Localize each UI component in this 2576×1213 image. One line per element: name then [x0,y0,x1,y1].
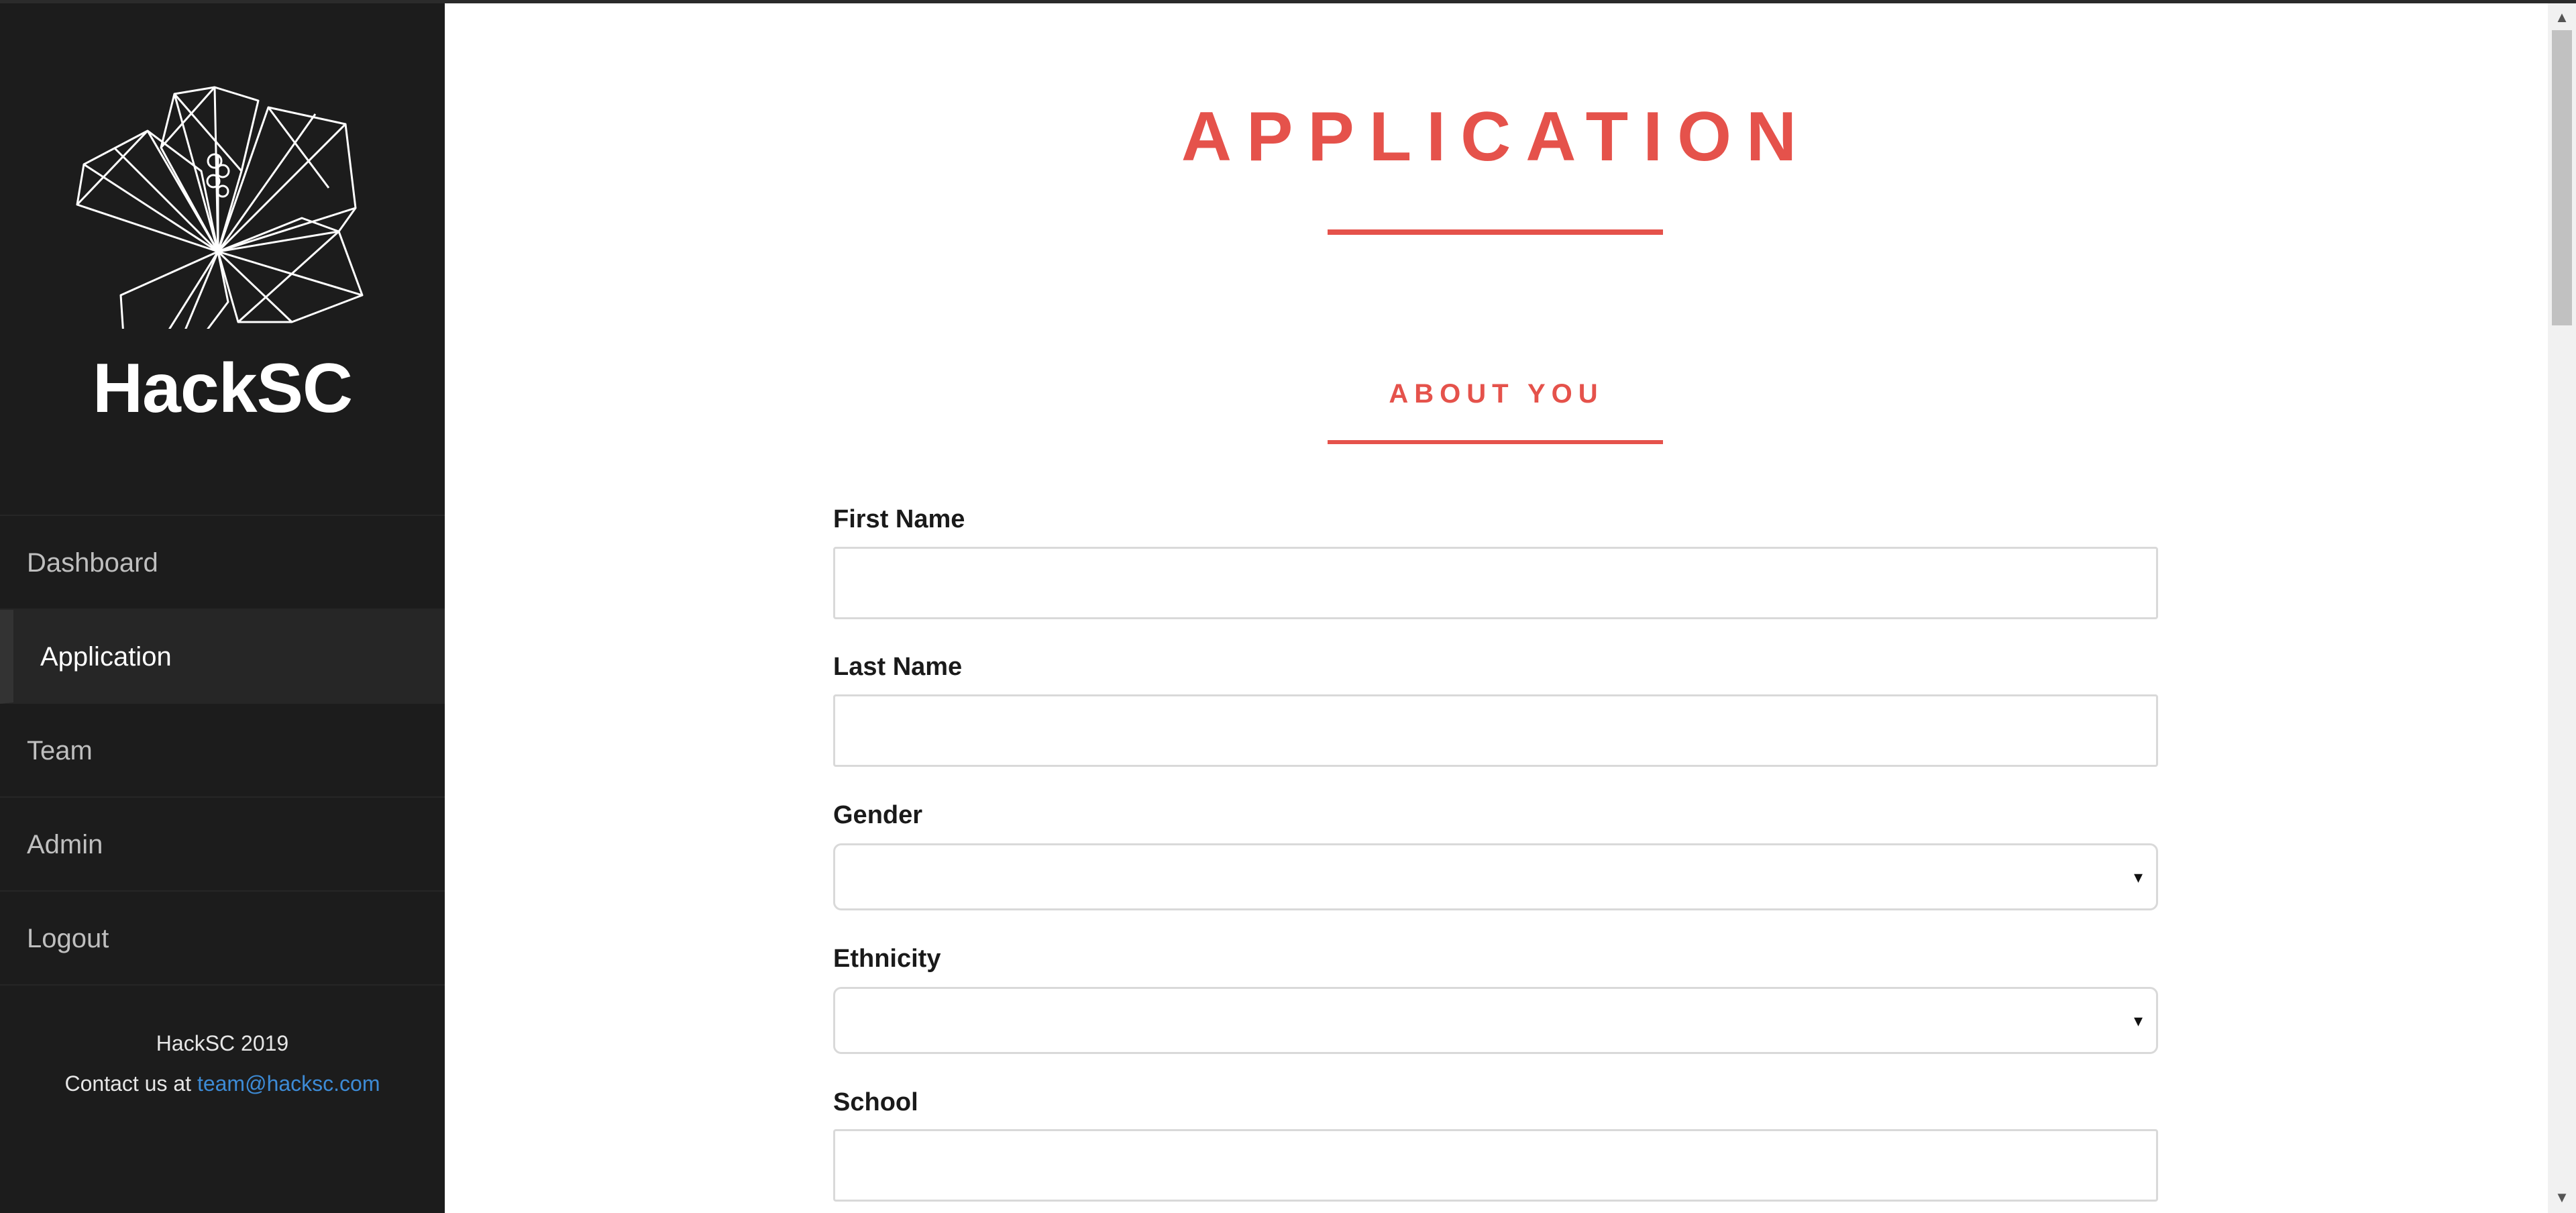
chevron-down-icon: ▾ [2133,1010,2143,1031]
sidebar-item-application[interactable]: Application [0,610,445,704]
brand-name: HackSC [92,350,353,427]
page-title: APPLICATION [1181,98,1812,176]
page-scrollbar[interactable]: ▲ ▼ [2548,3,2576,1213]
sidebar-item-logout[interactable]: Logout [0,892,445,986]
chevron-down-icon: ▾ [2133,867,2143,887]
school-input[interactable] [833,1129,2158,1202]
sidebar: HackSC Dashboard Application Team Admin … [0,3,445,1213]
footer-copyright: HackSC 2019 [156,1031,289,1055]
scroll-down-icon[interactable]: ▼ [2548,1189,2576,1209]
last-name-label: Last Name [833,653,963,681]
ethnicity-select[interactable]: ▾ [833,987,2158,1054]
gender-label: Gender [833,801,923,829]
contact-email-link[interactable]: team@hacksc.com [197,1071,380,1096]
first-name-label: First Name [833,505,965,533]
section-title: ABOUT YOU [1389,379,1604,409]
scroll-up-icon[interactable]: ▲ [2548,9,2576,29]
first-name-input[interactable] [833,547,2158,619]
school-label: School [833,1088,918,1116]
title-underline [1328,229,1663,235]
hibiscus-logo-icon [74,81,369,397]
scrollbar-thumb[interactable] [2552,30,2572,325]
gender-select[interactable]: ▾ [833,843,2158,910]
sidebar-footer: HackSC 2019 Contact us at team@hacksc.co… [0,1023,445,1104]
sidebar-item-team[interactable]: Team [0,704,445,798]
ethnicity-label: Ethnicity [833,945,941,973]
section-underline [1328,440,1663,444]
main-content: APPLICATION ABOUT YOU First Name Last Na… [445,3,2548,1213]
sidebar-item-admin[interactable]: Admin [0,798,445,892]
footer-contact: Contact us at team@hacksc.com [0,1063,445,1104]
last-name-input[interactable] [833,694,2158,767]
sidebar-item-dashboard[interactable]: Dashboard [0,516,445,610]
footer-contact-prefix: Contact us at [64,1071,197,1096]
sidebar-nav: Dashboard Application Team Admin Logout [0,515,445,986]
